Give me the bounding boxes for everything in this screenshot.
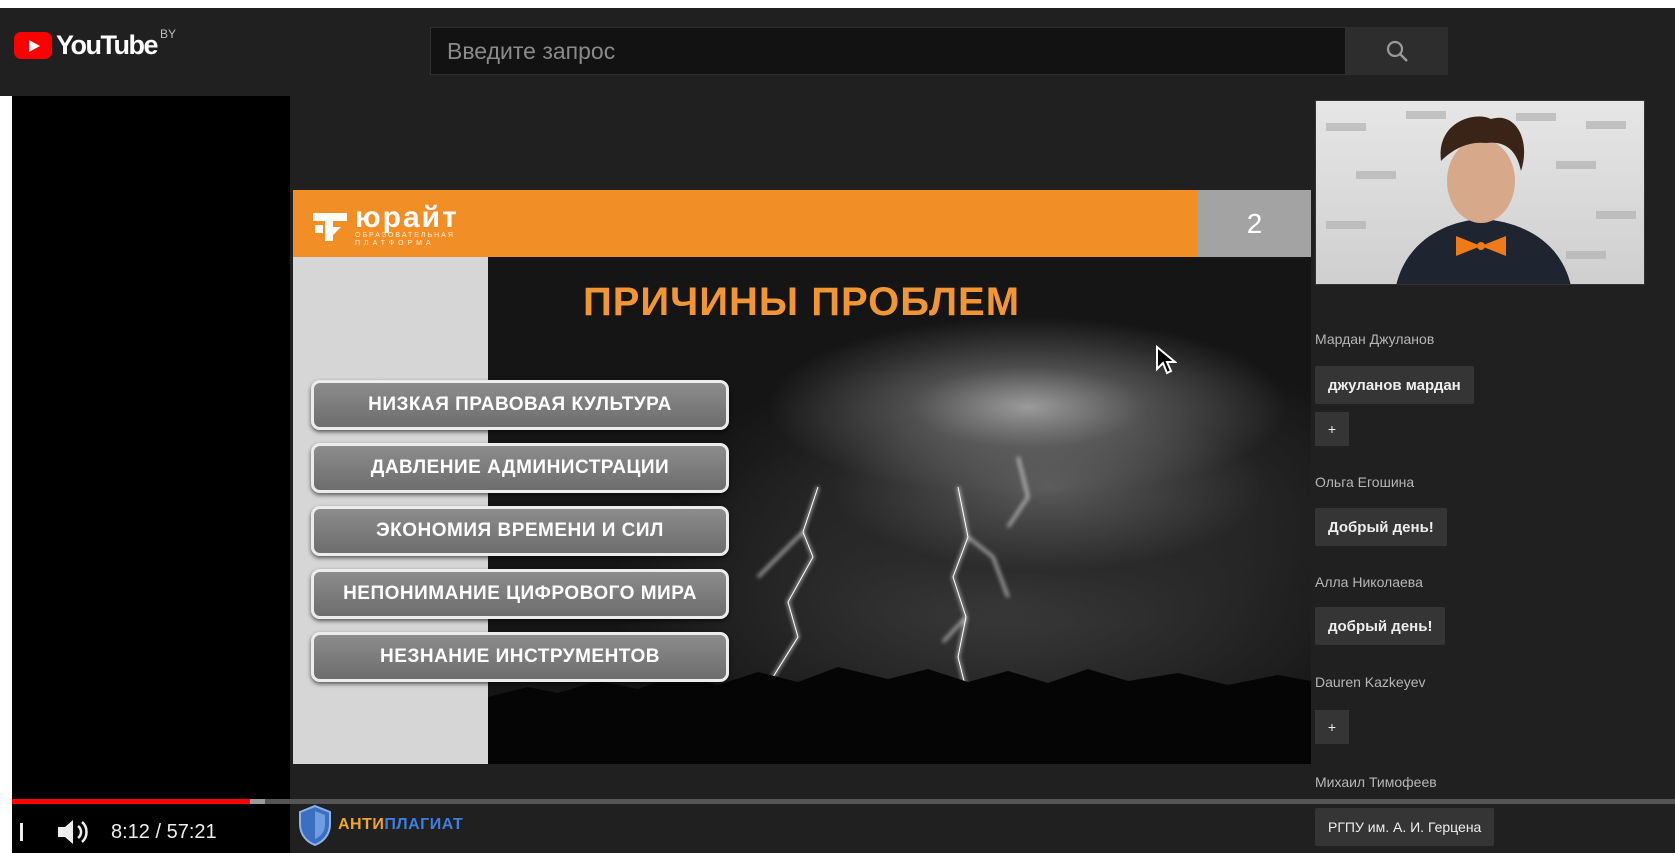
chat-author: Ольга Егошина [1315,474,1415,490]
search-button[interactable] [1346,27,1448,75]
country-code: BY [159,27,176,41]
reason-item: ДАВЛЕНИЕ АДМИНИСТРАЦИИ [311,443,729,493]
progress-played [12,799,250,804]
youtube-logo[interactable]: YouTube BY [14,27,176,62]
next-icon[interactable] [6,818,30,846]
antiplagiat-logo: АНТИПЛАГИАТ [298,804,463,846]
chat-message: + [1315,412,1349,446]
yurait-subtitle-2: ПЛАТФОРМА [355,240,435,247]
yurait-logo: юрайт ОБРАЗОВАТЕЛЬНАЯ ПЛАТФОРМА [311,201,459,248]
chat-author: Dauren Kazkeyev [1315,674,1426,690]
chat-message: + [1315,710,1349,744]
search-placeholder: Введите запрос [447,37,616,64]
chat-author: Мардан Джуланов [1315,331,1435,347]
reason-item: НИЗКАЯ ПРАВОВАЯ КУЛЬТУРА [311,380,729,430]
speaker-webcam [1315,100,1645,285]
search-icon [1386,40,1408,62]
chat-author: Алла Николаева [1315,574,1423,590]
shield-icon [299,804,331,846]
chat-message: добрый день! [1315,607,1446,645]
time-display: 8:12 / 57:21 [111,821,217,843]
presentation-slide: юрайт ОБРАЗОВАТЕЛЬНАЯ ПЛАТФОРМА 2 ПРИЧИН… [293,190,1311,764]
chat-author: Михаил Тимофеев [1315,774,1437,790]
chat-message: джуланов мардан [1315,366,1474,404]
reason-item: НЕПОНИМАНИЕ ЦИФРОВОГО МИРА [311,569,729,619]
volume-icon[interactable] [55,816,91,848]
mouse-cursor-icon [1156,345,1177,375]
yurait-subtitle-1: ОБРАЗОВАТЕЛЬНАЯ [355,232,455,239]
youtube-play-icon [14,31,52,59]
yurait-logo-icon [313,213,347,241]
chat-message: Добрый день! [1315,508,1447,546]
antiplagiat-text-2: ПЛАГИАТ [384,816,464,833]
speaker-avatar [1326,111,1636,284]
reason-item: НЕЗНАНИЕ ИНСТРУМЕНТОВ [311,632,729,682]
slide-title: ПРИЧИНЫ ПРОБЛЕМ [583,280,1021,324]
antiplagiat-text-1: АНТИ [338,816,385,833]
yurait-name: юрайт [355,201,459,234]
slide-number: 2 [1198,190,1311,257]
youtube-wordmark: YouTube [56,29,158,60]
reason-item: ЭКОНОМИЯ ВРЕМЕНИ И СИЛ [311,506,729,556]
search-input[interactable]: Введите запрос [430,27,1346,75]
chat-message: РГПУ им. А. И. Герцена [1315,808,1495,846]
